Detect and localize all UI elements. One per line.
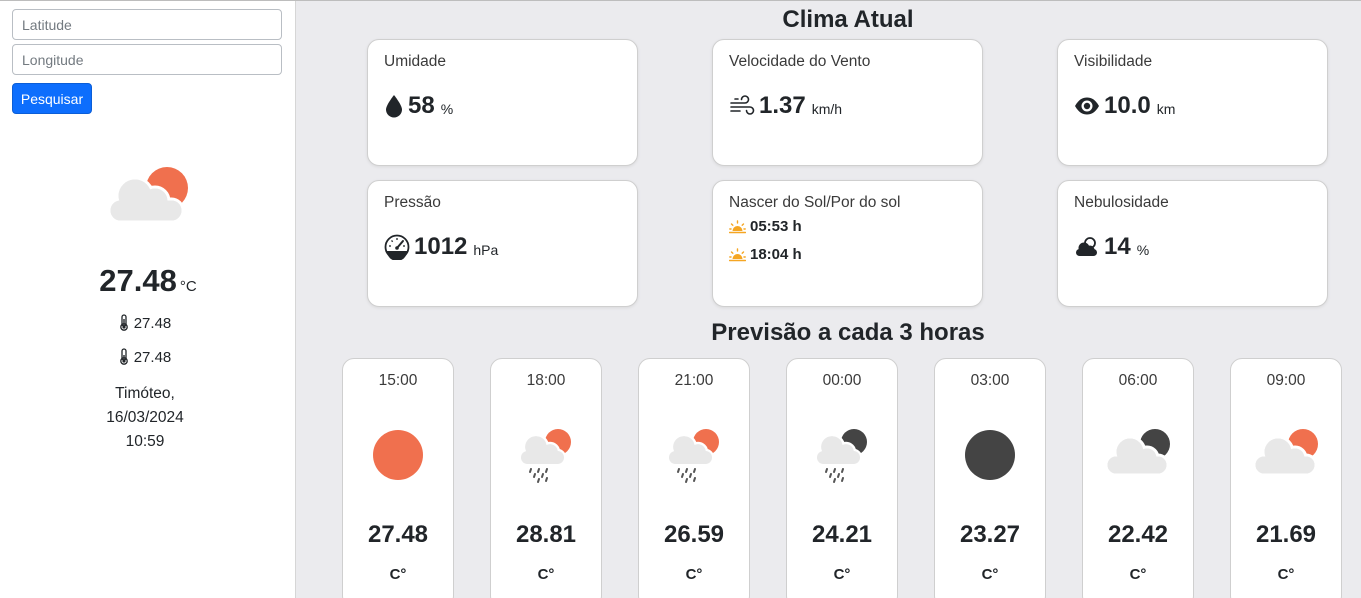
partly-cloudy-day-icon [107, 167, 188, 224]
forecast-unit: C° [537, 566, 555, 583]
droplet-icon [386, 95, 402, 118]
forecast-temp: 23.27 [959, 521, 1021, 548]
cloudiness-unit: % [1136, 242, 1150, 258]
forecast-temp: 24.21 [811, 521, 873, 548]
visibility-card: Visibilidade 10.0 km [1057, 39, 1328, 166]
forecast-card: 18:00 28.81 C° [490, 358, 602, 598]
forecast-time: 15:00 [378, 372, 418, 389]
sun-icon [373, 430, 423, 480]
forecast-card: 03:00 23.27 C° [934, 358, 1046, 598]
forecast-unit: C° [1277, 566, 1295, 583]
humidity-card: Umidade 58 % [367, 39, 638, 166]
forecast-temp: 27.48 [367, 521, 429, 548]
forecast-time: 00:00 [822, 372, 862, 389]
forecast-unit: C° [833, 566, 851, 583]
forecast-temp: 21.69 [1255, 521, 1317, 548]
humidity-label: Umidade [384, 53, 447, 70]
forecast-time: 18:00 [526, 372, 566, 389]
location-datetime: Timóteo, 16/03/2024 10:59 [0, 382, 290, 454]
temperature-unit: °C [179, 278, 197, 295]
temp-max-value: 27.48 [133, 315, 172, 332]
sunrise-time: 05:53 h [750, 218, 802, 235]
sunset-icon [729, 247, 746, 261]
pressure-value: 1012 [414, 233, 468, 260]
thermometer-icon [119, 314, 128, 331]
forecast-unit: C° [1129, 566, 1147, 583]
forecast-card: 00:00 24.21 C° [786, 358, 898, 598]
forecast-card: 21:00 26.59 C° [638, 358, 750, 598]
visibility-label: Visibilidade [1074, 53, 1153, 70]
rain-cloud-sun-icon [666, 429, 719, 483]
cloudiness-card: Nebulosidade 14 % [1057, 180, 1328, 307]
forecast-time: 09:00 [1266, 372, 1306, 389]
rain-cloud-sun-icon [518, 429, 571, 483]
forecast-time: 03:00 [970, 372, 1010, 389]
sunrise-sunset-card: Nascer do Sol/Por do sol 05:53 h 18:04 h [712, 180, 983, 307]
temp-max: 27.48 [0, 314, 290, 332]
wind-icon [730, 95, 755, 115]
gauge-icon [384, 234, 410, 260]
sunset-row: 18:04 h [729, 246, 802, 263]
sunrise-icon [729, 219, 746, 233]
current-weather-title: Clima Atual [782, 6, 914, 33]
forecast-card: 06:00 22.42 C° [1082, 358, 1194, 598]
pressure-unit: hPa [473, 242, 499, 258]
temp-min: 27.48 [0, 348, 290, 366]
forecast-unit: C° [685, 566, 703, 583]
wind-label: Velocidade do Vento [729, 53, 871, 70]
wind-value: 1.37 [759, 92, 806, 119]
humidity-unit: % [440, 101, 454, 117]
forecast-title: Previsão a cada 3 horas [711, 319, 985, 346]
forecast-time: 21:00 [674, 372, 714, 389]
forecast-card: 09:00 21.69 C° [1230, 358, 1342, 598]
pressure-card: Pressão 1012 hPa [367, 180, 638, 307]
forecast-temp: 26.59 [663, 521, 725, 548]
cloud-sun-icon [1076, 237, 1097, 256]
sunrise-sunset-label: Nascer do Sol/Por do sol [729, 194, 901, 211]
forecast-temp: 28.81 [515, 521, 577, 548]
wind-unit: km/h [811, 101, 843, 117]
longitude-input[interactable] [12, 44, 282, 75]
forecast-unit: C° [981, 566, 999, 583]
visibility-value: 10.0 [1104, 92, 1151, 119]
wind-card: Velocidade do Vento 1.37 km/h [712, 39, 983, 166]
pressure-label: Pressão [384, 194, 441, 211]
moon-icon [965, 430, 1015, 480]
cloudiness-value: 14 [1104, 233, 1131, 260]
forecast-unit: C° [389, 566, 407, 583]
thermometer-icon [119, 348, 128, 365]
temp-min-value: 27.48 [133, 349, 172, 366]
eye-icon [1075, 97, 1099, 115]
visibility-unit: km [1156, 101, 1176, 117]
cloud-moon-icon [1104, 429, 1170, 477]
current-temperature: 27.48 °C [0, 263, 296, 299]
search-button[interactable]: Pesquisar [12, 83, 92, 114]
forecast-temp: 22.42 [1107, 521, 1169, 548]
sunset-time: 18:04 h [750, 246, 802, 263]
cloud-sun-icon [1252, 429, 1318, 477]
cloudiness-label: Nebulosidade [1074, 194, 1169, 211]
city-name: Timóteo, [115, 385, 175, 402]
sidebar: Pesquisar 27.48°C 27.48 27.48 Timóteo, 1… [0, 1, 296, 598]
time: 10:59 [125, 433, 165, 450]
sunrise-row: 05:53 h [729, 218, 802, 235]
latitude-input[interactable] [12, 9, 282, 40]
rain-cloud-moon-icon [814, 429, 867, 483]
date: 16/03/2024 [106, 409, 184, 426]
humidity-value: 58 [408, 92, 435, 119]
temperature-value: 27.48 [99, 263, 177, 298]
forecast-time: 06:00 [1118, 372, 1158, 389]
forecast-card: 15:00 27.48 C° [342, 358, 454, 598]
